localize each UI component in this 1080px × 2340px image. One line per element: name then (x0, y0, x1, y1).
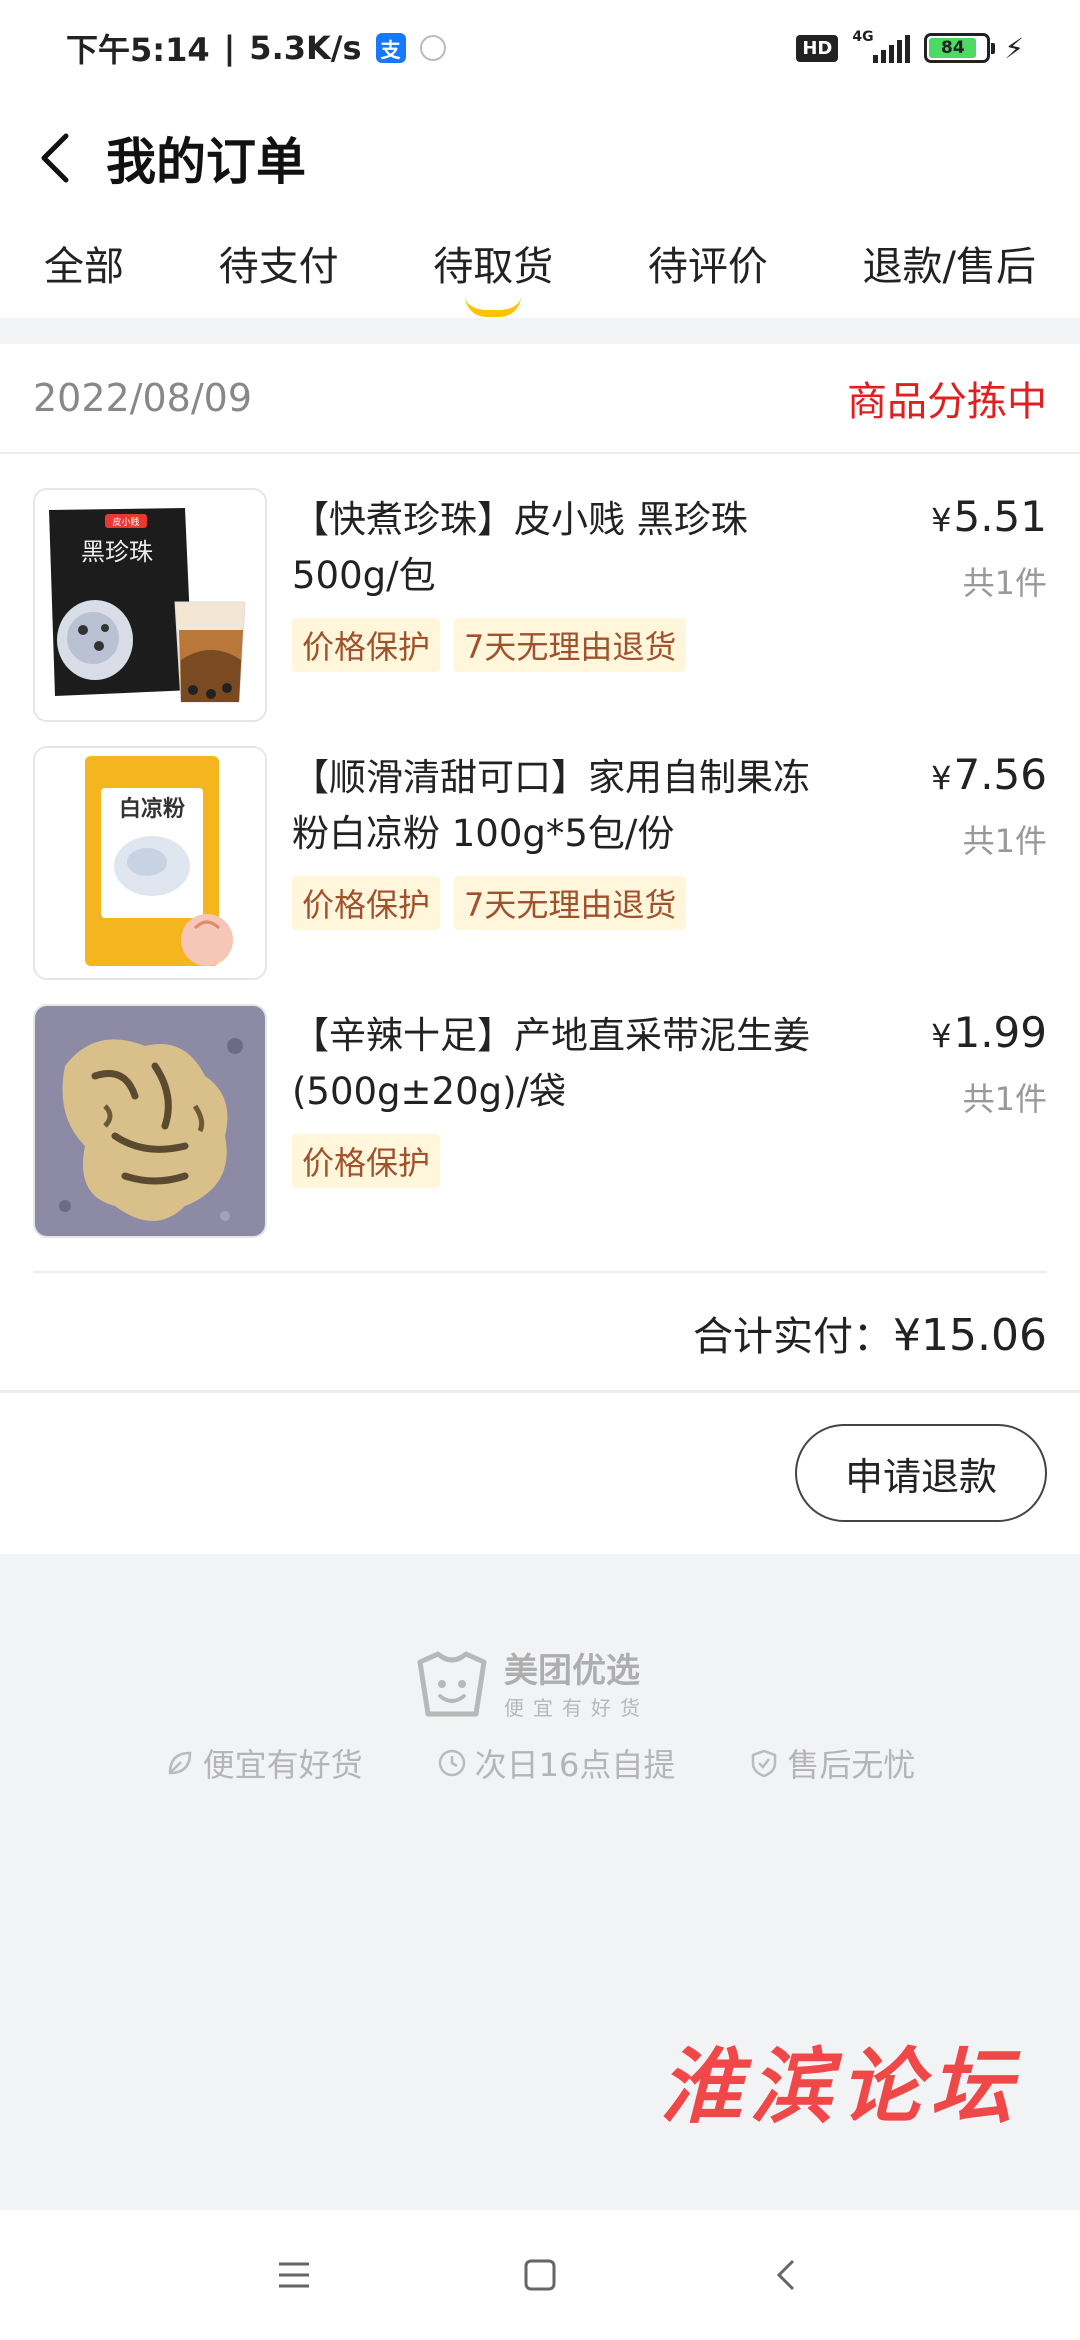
product-title[interactable]: 【辛辣十足】产地直采带泥生姜 (500g±20g)/袋 (292, 1008, 812, 1120)
total-label: 合计实付： (693, 1314, 894, 1360)
menu-icon[interactable] (269, 2250, 319, 2300)
tag-price-protection: 价格保护 (292, 876, 441, 930)
brand-logo: 美团优选 便宜有好货 (410, 1640, 649, 1724)
feature-item: 售后无忧 (749, 1740, 915, 1786)
feature-item: 便宜有好货 (165, 1740, 363, 1786)
order-status: 商品分拣中 (847, 379, 1047, 425)
leaf-icon (168, 1751, 191, 1775)
product-image-jelly-powder[interactable]: 白凉粉 (33, 746, 267, 980)
order-date: 2022/08/09 (33, 376, 253, 420)
network-type: 4G (852, 29, 874, 45)
product-image-label: 黑珍珠 (81, 538, 153, 566)
tab-all[interactable]: 全部 (44, 220, 124, 318)
order-total: 合计实付：¥15.06 (693, 1304, 1047, 1362)
product-image-ginger[interactable] (33, 1004, 267, 1238)
brand-name: 美团优选 (504, 1651, 640, 1691)
divider (33, 1271, 1047, 1273)
product-price: ¥1.99 (931, 1008, 1047, 1057)
system-nav-bar (0, 2210, 1080, 2340)
order-item[interactable]: 【辛辣十足】产地直采带泥生姜 (500g±20g)/袋 价格保护 ¥1.99 共… (0, 1004, 1080, 1238)
forum-watermark: 淮滨论坛 (660, 2039, 1020, 2135)
charging-icon: ⚡ (1004, 31, 1024, 65)
tag-7day-return: 7天无理由退货 (454, 618, 687, 672)
battery-level: 84 (929, 38, 977, 58)
tab-pending-review[interactable]: 待评价 (648, 220, 768, 318)
product-title[interactable]: 【顺滑清甜可口】家用自制果冻粉白凉粉 100g*5包/份 (292, 750, 812, 862)
shield-check-icon (752, 1749, 777, 1778)
apply-refund-button[interactable]: 申请退款 (795, 1424, 1047, 1522)
brand-slogan: 便宜有好货 (504, 1696, 649, 1720)
clock-icon (438, 1749, 465, 1777)
back-icon[interactable] (761, 2250, 811, 2300)
tag-price-protection: 价格保护 (292, 618, 441, 672)
tag-price-protection: 价格保护 (292, 1134, 441, 1188)
product-price: ¥7.56 (931, 750, 1047, 799)
battery-icon: 84 (924, 33, 996, 63)
feature-item: 次日16点自提 (437, 1740, 675, 1786)
order-header: 2022/08/09 商品分拣中 (0, 344, 1080, 454)
divider (0, 1390, 1080, 1393)
header: 我的订单 (0, 96, 1080, 220)
product-quantity: 共1件 (962, 564, 1047, 602)
bag-smile-icon (417, 1651, 487, 1717)
product-title[interactable]: 【快煮珍珠】皮小贱 黑珍珠500g/包 (292, 492, 812, 604)
status-time: 下午5:14 (66, 31, 210, 69)
product-quantity: 共1件 (962, 822, 1047, 860)
tab-refund-aftersale[interactable]: 退款/售后 (863, 220, 1036, 318)
product-image-label: 白凉粉 (119, 796, 185, 822)
page-title: 我的订单 (106, 133, 306, 191)
tag-7day-return: 7天无理由退货 (454, 876, 687, 930)
tab-pending-pickup[interactable]: 待取货 (433, 220, 553, 318)
alipay-notification-icon: 支 (375, 33, 406, 63)
signal-icon: 4G (852, 29, 911, 65)
product-price: ¥5.51 (931, 492, 1047, 541)
status-speed: 5.3K/s (249, 29, 362, 67)
home-icon[interactable] (515, 2250, 565, 2300)
status-bar: 下午5:14 | 5.3K/s 支 HD 4G 84 ⚡ (0, 0, 1080, 96)
total-amount: ¥15.06 (893, 1310, 1047, 1361)
product-image-black-pearls[interactable]: 皮小贱 黑珍珠 (33, 488, 267, 722)
order-tabs: 全部 待支付 待取货 待评价 退款/售后 (0, 220, 1080, 318)
hd-voice-icon: HD (796, 34, 839, 62)
back-arrow-icon[interactable] (40, 128, 80, 188)
product-quantity: 共1件 (962, 1080, 1047, 1118)
do-not-disturb-icon (419, 35, 446, 61)
order-card[interactable]: 2022/08/09 商品分拣中 皮小贱 黑珍珠 【快煮珍珠】皮小贱 黑珍珠50… (0, 344, 1080, 1554)
order-item[interactable]: 白凉粉 【顺滑清甜可口】家用自制果冻粉白凉粉 100g*5包/份 价格保护 7天… (0, 746, 1080, 980)
tab-pending-payment[interactable]: 待支付 (219, 220, 339, 318)
brand-badge: 皮小贱 (112, 516, 139, 528)
order-item[interactable]: 皮小贱 黑珍珠 【快煮珍珠】皮小贱 黑珍珠500g/包 价格保护 7天无理由退货… (0, 488, 1080, 722)
service-features: 便宜有好货 次日16点自提 售后无忧 (0, 1740, 1080, 1786)
